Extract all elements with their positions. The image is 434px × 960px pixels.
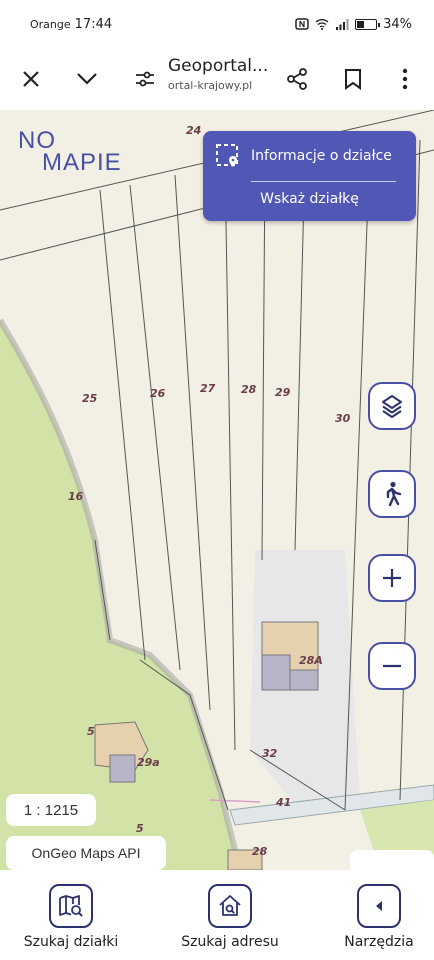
- wifi-icon: [315, 19, 329, 30]
- plot-label: 41: [276, 796, 292, 809]
- plot-label: 5: [136, 822, 144, 835]
- logo-line2: MAPIE: [42, 149, 122, 176]
- chevron-down-icon: [77, 73, 97, 85]
- layers-button[interactable]: [368, 382, 416, 430]
- zoom-out-button[interactable]: [368, 642, 416, 690]
- parcel-info-panel: Informacje o działce Wskaż działkę: [203, 131, 416, 221]
- page-url: ortal-krajowy.pl: [168, 79, 253, 92]
- tune-icon: [136, 71, 154, 87]
- plot-label: 28A: [299, 654, 323, 667]
- plot-label: 16: [68, 490, 84, 503]
- nfc-icon: [295, 18, 309, 30]
- share-icon: [287, 68, 307, 90]
- more-vert-icon: [402, 68, 408, 90]
- status-bar: Orange 17:44 34%: [0, 0, 434, 48]
- battery-percent: 34%: [383, 16, 412, 32]
- plot-label: 5: [87, 725, 95, 738]
- plot-label: 28: [252, 845, 268, 858]
- page-title: Geoportal...: [168, 56, 269, 76]
- app-logo: NO MAPIE: [18, 129, 122, 176]
- close-button[interactable]: [14, 62, 48, 96]
- signal-icon: [336, 19, 349, 30]
- scale-indicator: 1 : 1215: [6, 794, 96, 826]
- tools-button[interactable]: Narzędzia: [334, 884, 424, 950]
- search-parcel-button[interactable]: Szukaj działki: [18, 884, 124, 950]
- more-menu-button[interactable]: [388, 62, 422, 96]
- minus-icon: [383, 664, 401, 668]
- point-parcel-button[interactable]: Wskaż działkę: [203, 191, 416, 207]
- plot-label: 25: [82, 392, 98, 405]
- search-address-label: Szukaj adresu: [181, 934, 279, 950]
- share-button[interactable]: [280, 62, 314, 96]
- walking-person-icon: [386, 481, 402, 507]
- parcel-info-button[interactable]: Informacje o działce: [215, 143, 392, 169]
- clock: 17:44: [74, 16, 113, 32]
- bottom-navigation: Szukaj działki Szukaj adresu Narzędzia: [0, 870, 434, 960]
- zoom-in-button[interactable]: [368, 554, 416, 602]
- home-search-icon: [219, 895, 241, 916]
- map-attribution[interactable]: OnGeo Maps API: [6, 836, 166, 870]
- plot-label: 29: [275, 386, 291, 399]
- tools-label: Narzędzia: [344, 934, 414, 950]
- carrier-name: Orange: [30, 17, 71, 31]
- layers-icon: [382, 395, 402, 418]
- search-address-button[interactable]: Szukaj adresu: [172, 884, 288, 950]
- search-parcel-label: Szukaj działki: [23, 934, 119, 950]
- map-view[interactable]: 24 25 26 27 28 29 30 16 28A 5 29a 32 41 …: [0, 110, 434, 870]
- plot-label: 32: [262, 747, 278, 760]
- plot-label: 26: [150, 387, 166, 400]
- collapse-button[interactable]: [70, 62, 104, 96]
- plot-label: 30: [335, 412, 351, 425]
- panel-divider: [251, 181, 396, 182]
- close-icon: [23, 71, 39, 87]
- site-settings-button[interactable]: [128, 62, 162, 96]
- parcel-info-label: Informacje o działce: [251, 148, 392, 164]
- plot-label: 28: [241, 383, 257, 396]
- plus-icon: [383, 569, 401, 587]
- plot-label: 27: [200, 382, 216, 395]
- bookmark-button[interactable]: [336, 62, 370, 96]
- chevron-left-icon: [376, 901, 382, 911]
- tools-drawer-tab[interactable]: [350, 850, 434, 870]
- bookmark-icon: [345, 69, 361, 90]
- plot-label: 24: [186, 124, 202, 137]
- street-view-button[interactable]: [368, 470, 416, 518]
- battery-icon: [355, 18, 381, 30]
- map-search-icon: [59, 895, 83, 917]
- parcel-select-icon: [216, 144, 238, 167]
- browser-toolbar: Geoportal... ortal-krajowy.pl: [0, 48, 434, 110]
- page-title-area[interactable]: Geoportal... ortal-krajowy.pl: [168, 56, 278, 92]
- plot-label: 29a: [137, 756, 160, 769]
